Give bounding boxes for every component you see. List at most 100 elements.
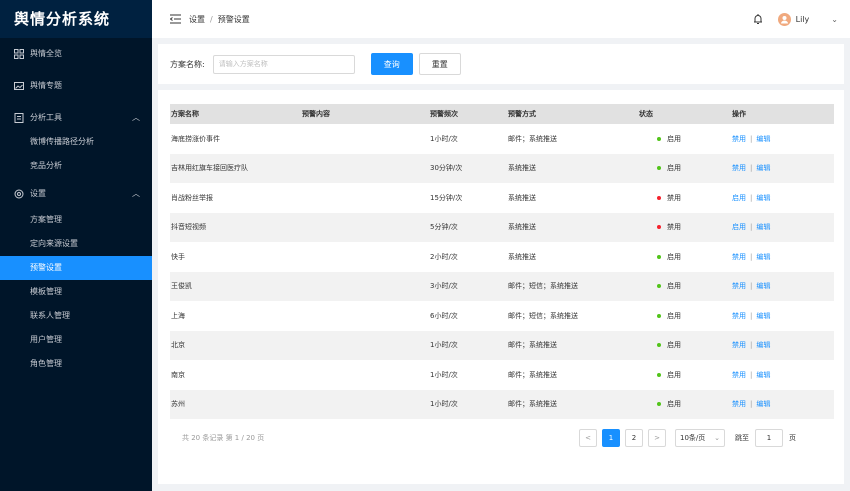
sidebar-item-weibo-path[interactable]: 微博传播路径分析 — [0, 130, 152, 154]
toggle-status-link[interactable]: 启用 — [732, 223, 746, 231]
sidebar-item-label: 分析工具 — [30, 113, 62, 122]
cell-frequency: 30分钟/次 — [429, 153, 507, 183]
menu-fold-icon[interactable] — [169, 14, 181, 24]
user-name[interactable]: Lily — [796, 15, 810, 24]
sidebar-item-template-management[interactable]: 模板管理 — [0, 280, 152, 304]
action-divider: | — [750, 311, 753, 320]
cell-status: 禁用 — [625, 183, 731, 213]
cell-content — [301, 389, 429, 419]
sidebar-item-overview[interactable]: 舆情全览 — [0, 42, 152, 66]
table-row: 海底捞涨价事件 1小时/次 邮件；系统推送 启用 禁用 | 编辑 — [170, 124, 834, 154]
chevron-down-icon[interactable]: ⌄ — [831, 15, 838, 24]
breadcrumb: 设置 / 预警设置 — [189, 14, 250, 25]
edit-link[interactable]: 编辑 — [756, 312, 770, 320]
breadcrumb-item[interactable]: 设置 — [189, 15, 205, 24]
edit-link[interactable]: 编辑 — [756, 194, 770, 202]
action-divider: | — [750, 252, 753, 261]
status-dot — [657, 313, 661, 318]
status-dot — [657, 225, 661, 230]
cell-actions: 禁用 | 编辑 — [731, 389, 834, 419]
toggle-status-link[interactable]: 禁用 — [732, 341, 746, 349]
cell-frequency: 3小时/次 — [429, 271, 507, 301]
cell-status: 启用 — [625, 301, 731, 331]
cell-name: 快手 — [171, 252, 185, 261]
sidebar-item-competitor[interactable]: 竞品分析 — [0, 154, 152, 178]
breadcrumb-separator: / — [210, 14, 213, 24]
edit-link[interactable]: 编辑 — [756, 282, 770, 290]
jump-page-input[interactable]: 1 — [755, 429, 783, 447]
cell-frequency: 5分钟/次 — [429, 212, 507, 242]
next-page-button[interactable]: > — [648, 429, 666, 447]
edit-link[interactable]: 编辑 — [756, 371, 770, 379]
toggle-status-link[interactable]: 禁用 — [732, 312, 746, 320]
cell-method: 系统推送 — [508, 252, 536, 261]
cell-actions: 禁用 | 编辑 — [731, 360, 834, 390]
toggle-status-link[interactable]: 禁用 — [732, 282, 746, 290]
page-size-select[interactable]: 10条/页 ⌄ — [675, 429, 725, 447]
alert-table: 方案名称 预警内容 预警频次 预警方式 状态 操作 海底捞涨价事件 1小时/次 邮件… — [170, 104, 834, 419]
prev-page-button[interactable]: < — [579, 429, 597, 447]
column-header: 预警方式 — [507, 104, 625, 124]
toggle-status-link[interactable]: 禁用 — [732, 400, 746, 408]
toggle-status-link[interactable]: 禁用 — [732, 135, 746, 143]
reset-button[interactable]: 重置 — [418, 53, 461, 75]
cell-status: 禁用 — [625, 212, 731, 242]
plan-name-label: 方案名称: — [170, 59, 205, 69]
cell-status: 启用 — [625, 153, 731, 183]
plan-name-input[interactable] — [212, 54, 355, 74]
sidebar-item-plan-management[interactable]: 方案管理 — [0, 208, 152, 232]
table-row: 肖战粉丝举报 15分钟/次 系统推送 禁用 启用 | 编辑 — [170, 183, 834, 213]
cell-status: 启用 — [625, 124, 731, 154]
cell-actions: 禁用 | 编辑 — [731, 242, 834, 272]
table-row: 吉林用红旗车接回医疗队 30分钟/次 系统推送 启用 禁用 | 编辑 — [170, 153, 834, 183]
cell-method: 系统推送 — [507, 212, 625, 242]
cell-name: 肖战粉丝举报 — [171, 193, 213, 202]
edit-link[interactable]: 编辑 — [756, 164, 770, 172]
cell-content — [301, 212, 429, 242]
action-divider: | — [750, 223, 753, 232]
avatar[interactable] — [777, 12, 791, 26]
edit-link[interactable]: 编辑 — [756, 400, 770, 408]
cell-name: 吉林用红旗车接回医疗队 — [170, 153, 301, 183]
toggle-status-link[interactable]: 启用 — [732, 194, 746, 202]
edit-link[interactable]: 编辑 — [756, 341, 770, 349]
sidebar-item-settings[interactable]: 设置 ︿ — [0, 182, 152, 206]
toggle-status-link[interactable]: 禁用 — [732, 164, 746, 172]
sidebar-item-contact-management[interactable]: 联系人管理 — [0, 304, 152, 328]
sidebar-item-role-management[interactable]: 角色管理 — [0, 352, 152, 376]
cell-frequency: 2小时/次 — [430, 252, 458, 261]
action-divider: | — [750, 164, 753, 173]
table-row: 上海 6小时/次 邮件；短信；系统推送 启用 禁用 | 编辑 — [170, 301, 834, 331]
toggle-status-link[interactable]: 禁用 — [732, 253, 746, 261]
toggle-status-link[interactable]: 禁用 — [732, 371, 746, 379]
cell-name: 北京 — [170, 330, 301, 360]
sidebar-item-user-management[interactable]: 用户管理 — [0, 328, 152, 352]
cell-actions: 禁用 | 编辑 — [731, 330, 834, 360]
edit-link[interactable]: 编辑 — [756, 253, 770, 261]
jump-label: 跳至 — [735, 434, 749, 442]
page-button[interactable]: 1 — [602, 429, 620, 447]
sidebar-item-topics[interactable]: 舆情专题 — [0, 74, 152, 98]
sidebar: 舆情分析系统 舆情全览 舆情专题 分析工具 ︿ 微博传播路径分析 竞品分析 设置… — [0, 0, 152, 491]
cell-method: 邮件；系统推送 — [507, 389, 625, 419]
cell-frequency: 1小时/次 — [430, 370, 458, 379]
status-text: 启用 — [667, 341, 681, 350]
action-divider: | — [750, 370, 753, 379]
cell-name: 南京 — [171, 370, 185, 379]
action-divider: | — [750, 341, 753, 350]
cell-name: 王俊凯 — [170, 271, 301, 301]
sidebar-item-analysis-tools[interactable]: 分析工具 ︿ — [0, 106, 152, 130]
sidebar-item-alert-settings[interactable]: 预警设置 — [0, 256, 152, 280]
page-button[interactable]: 2 — [625, 429, 643, 447]
edit-link[interactable]: 编辑 — [756, 135, 770, 143]
column-header: 方案名称 — [170, 104, 301, 124]
search-button[interactable]: 查询 — [370, 53, 413, 75]
sidebar-item-source-settings[interactable]: 定向来源设置 — [0, 232, 152, 256]
edit-link[interactable]: 编辑 — [756, 223, 770, 231]
bell-icon[interactable] — [752, 13, 764, 25]
status-text: 启用 — [667, 311, 681, 320]
pagination: < 1 2 > 10条/页 ⌄ 跳至 1 页 — [579, 429, 796, 447]
cell-name: 抖音短视频 — [170, 212, 301, 242]
table-panel: 方案名称 预警内容 预警频次 预警方式 状态 操作 海底捞涨价事件 1小时/次 邮件… — [158, 90, 844, 484]
cell-frequency: 1小时/次 — [429, 389, 507, 419]
